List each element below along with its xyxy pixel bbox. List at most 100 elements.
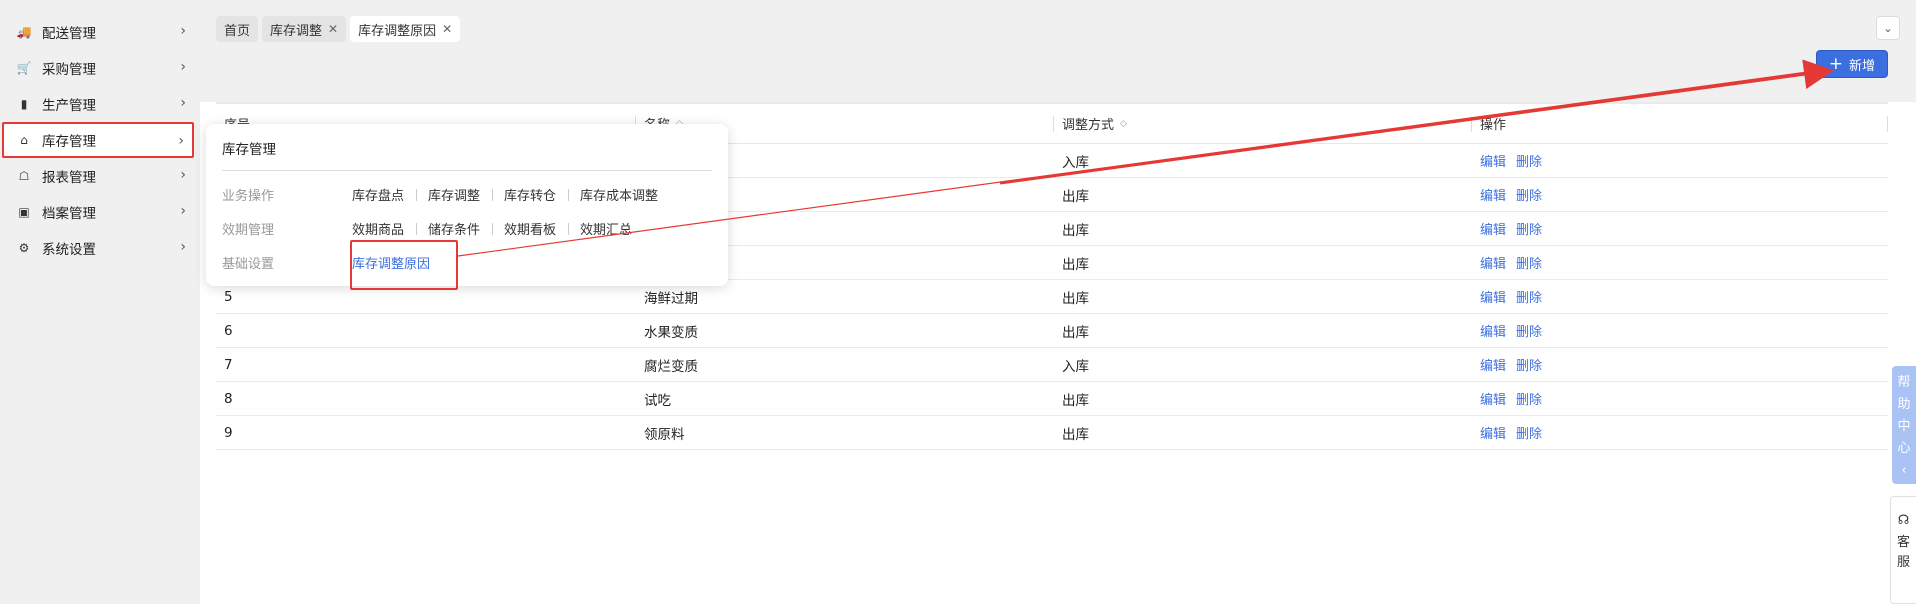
- cell-index: 8: [224, 390, 233, 407]
- inbox-icon: ▣: [18, 205, 30, 219]
- tabs-dropdown-button[interactable]: ⌄: [1876, 16, 1900, 40]
- edit-link[interactable]: 编辑: [1480, 291, 1506, 306]
- chevron-right-icon: ›: [180, 239, 186, 255]
- sidebar-item-archives[interactable]: ▣ 档案管理 ›: [0, 194, 200, 230]
- inventory-submenu-popup: 库存管理 业务操作 库存盘点 库存调整 库存转仓 库存成本调整 效期管理 效期商…: [206, 124, 728, 286]
- edit-link[interactable]: 编辑: [1480, 155, 1506, 170]
- edit-link[interactable]: 编辑: [1480, 189, 1506, 204]
- cell-actions: 编辑 删除: [1472, 253, 1888, 272]
- add-button[interactable]: + 新增: [1815, 50, 1888, 78]
- sidebar-item-reports[interactable]: ☖ 报表管理 ›: [0, 158, 200, 194]
- popup-group-business: 业务操作 库存盘点 库存调整 库存转仓 库存成本调整: [222, 184, 670, 204]
- tab-label: 库存调整: [270, 23, 323, 39]
- cell-method: 出库: [1062, 392, 1089, 409]
- sidebar-item-purchase[interactable]: 🛒 采购管理 ›: [0, 50, 200, 86]
- cell-actions: 编辑 删除: [1472, 389, 1888, 408]
- menu-item-expiry-board[interactable]: 效期看板: [492, 219, 568, 238]
- chevron-right-icon: ›: [180, 167, 186, 183]
- sidebar-item-label: 采购管理: [42, 62, 96, 78]
- table-row: 7 腐烂变质 入库 编辑 删除: [216, 348, 1888, 382]
- delete-link[interactable]: 删除: [1516, 393, 1542, 408]
- customer-service-tab[interactable]: ☊ 客 服: [1890, 496, 1916, 604]
- gear-icon: ⚙: [18, 241, 30, 255]
- popup-category: 业务操作: [222, 188, 275, 204]
- tab-inventory-adjust[interactable]: 库存调整 ✕: [262, 16, 347, 42]
- cell-index: 7: [224, 356, 233, 373]
- sort-icon[interactable]: ◇: [1120, 119, 1127, 129]
- edit-link[interactable]: 编辑: [1480, 223, 1506, 238]
- delete-link[interactable]: 删除: [1516, 223, 1542, 238]
- sidebar-item-label: 报表管理: [42, 170, 96, 186]
- help-center-tab[interactable]: 帮 助 中 心 ‹: [1892, 366, 1916, 484]
- main-content: 首页 库存调整 ✕ 库存调整原因 ✕ ⌄ + 新增 序号 名称 ◇: [200, 0, 1916, 604]
- delete-link[interactable]: 删除: [1516, 189, 1542, 204]
- edit-link[interactable]: 编辑: [1480, 257, 1506, 272]
- menu-item-expiry-goods[interactable]: 效期商品: [352, 219, 416, 238]
- table-row: 6 水果变质 出库 编辑 删除: [216, 314, 1888, 348]
- tab-home[interactable]: 首页: [216, 16, 259, 42]
- column-header-method[interactable]: 调整方式 ◇: [1054, 104, 1472, 143]
- sidebar-item-delivery[interactable]: 🚚 配送管理 ›: [0, 14, 200, 50]
- menu-item-stock-count[interactable]: 库存盘点: [352, 185, 416, 204]
- cell-method: 出库: [1062, 426, 1089, 443]
- chevron-right-icon: ›: [180, 23, 186, 39]
- menu-item-cost-adjust[interactable]: 库存成本调整: [568, 185, 670, 204]
- delete-link[interactable]: 删除: [1516, 427, 1542, 442]
- cell-name: 领原料: [644, 426, 685, 443]
- chevron-down-icon: ⌄: [1883, 21, 1893, 35]
- cell-index: 6: [224, 322, 233, 339]
- menu-item-stock-transfer[interactable]: 库存转仓: [492, 185, 568, 204]
- menu-item-expiry-summary[interactable]: 效期汇总: [568, 219, 644, 238]
- cell-actions: 编辑 删除: [1472, 423, 1888, 442]
- delete-link[interactable]: 删除: [1516, 325, 1542, 340]
- tab-bar: 首页 库存调整 ✕ 库存调整原因 ✕: [216, 16, 461, 42]
- menu-item-storage-conditions[interactable]: 储存条件: [416, 219, 492, 238]
- truck-icon: 🚚: [16, 25, 32, 39]
- cart-icon: 🛒: [16, 61, 32, 75]
- sidebar-item-label: 配送管理: [42, 26, 96, 42]
- popup-category: 效期管理: [222, 222, 275, 238]
- cell-method: 出库: [1062, 290, 1089, 307]
- headset-icon: ☊: [1897, 513, 1910, 528]
- menu-item-stock-adjust[interactable]: 库存调整: [416, 185, 492, 204]
- popup-group-expiry: 效期管理 效期商品 储存条件 效期看板 效期汇总: [222, 218, 644, 238]
- sidebar-item-production[interactable]: ▮ 生产管理 ›: [0, 86, 200, 122]
- cell-method: 出库: [1062, 324, 1089, 341]
- cell-actions: 编辑 删除: [1472, 151, 1888, 170]
- column-divider: [1887, 116, 1888, 132]
- cell-name: 试吃: [644, 392, 671, 409]
- close-icon[interactable]: ✕: [328, 22, 338, 36]
- add-button-label: 新增: [1848, 58, 1875, 74]
- cell-method: 出库: [1062, 222, 1089, 239]
- column-header-actions: 操作: [1472, 104, 1888, 143]
- chevron-right-icon: ›: [180, 95, 186, 111]
- cell-index: 9: [224, 424, 233, 441]
- sidebar-item-settings[interactable]: ⚙ 系统设置 ›: [0, 230, 200, 266]
- edit-link[interactable]: 编辑: [1480, 325, 1506, 340]
- sidebar-item-inventory[interactable]: ⌂ 库存管理 ›: [2, 122, 194, 158]
- bar-chart-icon: ▮: [20, 97, 28, 111]
- close-icon[interactable]: ✕: [442, 22, 452, 36]
- table-row: 8 试吃 出库 编辑 删除: [216, 382, 1888, 416]
- edit-link[interactable]: 编辑: [1480, 359, 1506, 374]
- chevron-right-icon: ›: [178, 133, 184, 149]
- chevron-right-icon: ›: [180, 59, 186, 75]
- cell-name: 海鲜过期: [644, 290, 698, 307]
- tab-adjust-reason[interactable]: 库存调整原因 ✕: [350, 16, 461, 42]
- popup-title: 库存管理: [222, 142, 276, 158]
- tab-label: 库存调整原因: [358, 23, 437, 39]
- cell-method: 入库: [1062, 358, 1089, 375]
- sidebar-item-label: 系统设置: [42, 242, 96, 258]
- delete-link[interactable]: 删除: [1516, 257, 1542, 272]
- cell-method: 入库: [1062, 154, 1089, 171]
- delete-link[interactable]: 删除: [1516, 155, 1542, 170]
- sidebar: 🚚 配送管理 › 🛒 采购管理 › ▮ 生产管理 › ⌂ 库存管理 › ☖ 报表…: [0, 0, 200, 604]
- edit-link[interactable]: 编辑: [1480, 393, 1506, 408]
- sidebar-item-label: 档案管理: [42, 206, 96, 222]
- popup-category: 基础设置: [222, 256, 275, 272]
- edit-link[interactable]: 编辑: [1480, 427, 1506, 442]
- delete-link[interactable]: 删除: [1516, 359, 1542, 374]
- sidebar-item-label: 库存管理: [42, 134, 96, 150]
- popup-divider: [222, 170, 712, 171]
- delete-link[interactable]: 删除: [1516, 291, 1542, 306]
